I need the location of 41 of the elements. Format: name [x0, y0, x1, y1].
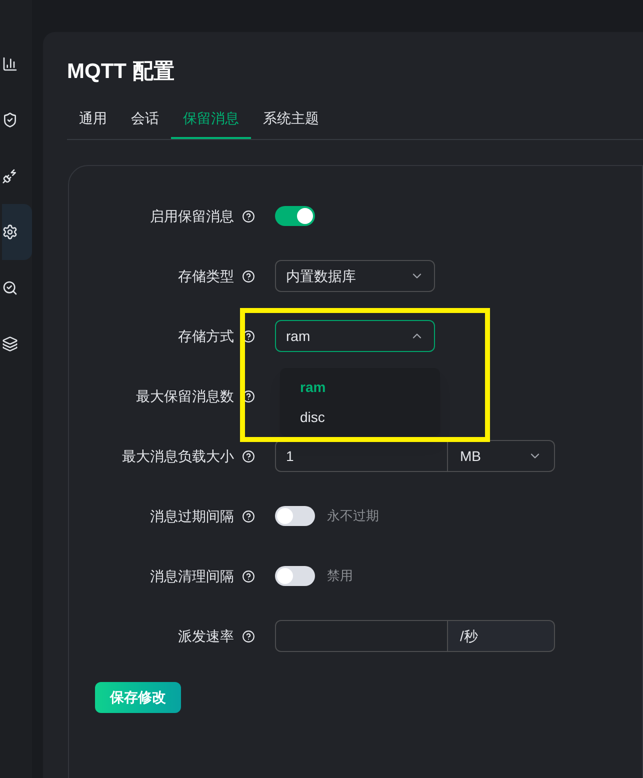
field-label: 存储类型 [178, 266, 234, 286]
dropdown-option[interactable]: disc [280, 402, 440, 432]
dropdown-option[interactable]: ram [280, 372, 440, 402]
unit-label: /秒 [448, 620, 555, 652]
field-label: 派发速率 [178, 626, 234, 646]
help-icon[interactable] [242, 270, 255, 282]
shield-icon [2, 112, 18, 128]
help-icon[interactable] [242, 570, 255, 582]
tab[interactable]: 系统主题 [251, 100, 331, 139]
toggle-switch[interactable] [275, 506, 315, 526]
toggle-switch[interactable] [275, 566, 315, 586]
input-field[interactable]: 1 [275, 440, 448, 472]
tab[interactable]: 通用 [67, 100, 119, 139]
help-icon[interactable] [242, 330, 255, 342]
help-icon[interactable] [242, 210, 255, 222]
help-icon[interactable] [242, 510, 255, 522]
toggle-switch[interactable] [275, 206, 315, 226]
switch-note: 永不过期 [327, 507, 379, 526]
chart-icon [2, 56, 18, 72]
page-title: MQTT 配置 [67, 59, 176, 85]
switch-note: 禁用 [327, 567, 353, 586]
gear-icon [2, 224, 18, 240]
field-label: 最大保留消息数 [136, 386, 234, 406]
tab[interactable]: 保留消息 [171, 100, 251, 139]
tab[interactable]: 会话 [119, 100, 171, 139]
field-label: 消息过期间隔 [150, 506, 234, 526]
input-field[interactable] [275, 620, 448, 652]
sidebar-item[interactable] [2, 204, 32, 260]
plug-icon [2, 168, 18, 184]
field-label: 存储方式 [178, 326, 234, 346]
field-label: 消息清理间隔 [150, 566, 234, 586]
field-label: 最大消息负载大小 [122, 446, 234, 466]
help-icon[interactable] [242, 450, 255, 462]
field-label: 启用保留消息 [150, 206, 234, 226]
help-icon[interactable] [242, 390, 255, 402]
search-icon [2, 280, 18, 296]
help-icon[interactable] [242, 630, 255, 642]
select-field[interactable]: ram [275, 320, 435, 352]
select-field[interactable]: 内置数据库 [275, 260, 435, 292]
layers-icon [2, 336, 18, 352]
unit-select[interactable]: MB [448, 440, 555, 472]
